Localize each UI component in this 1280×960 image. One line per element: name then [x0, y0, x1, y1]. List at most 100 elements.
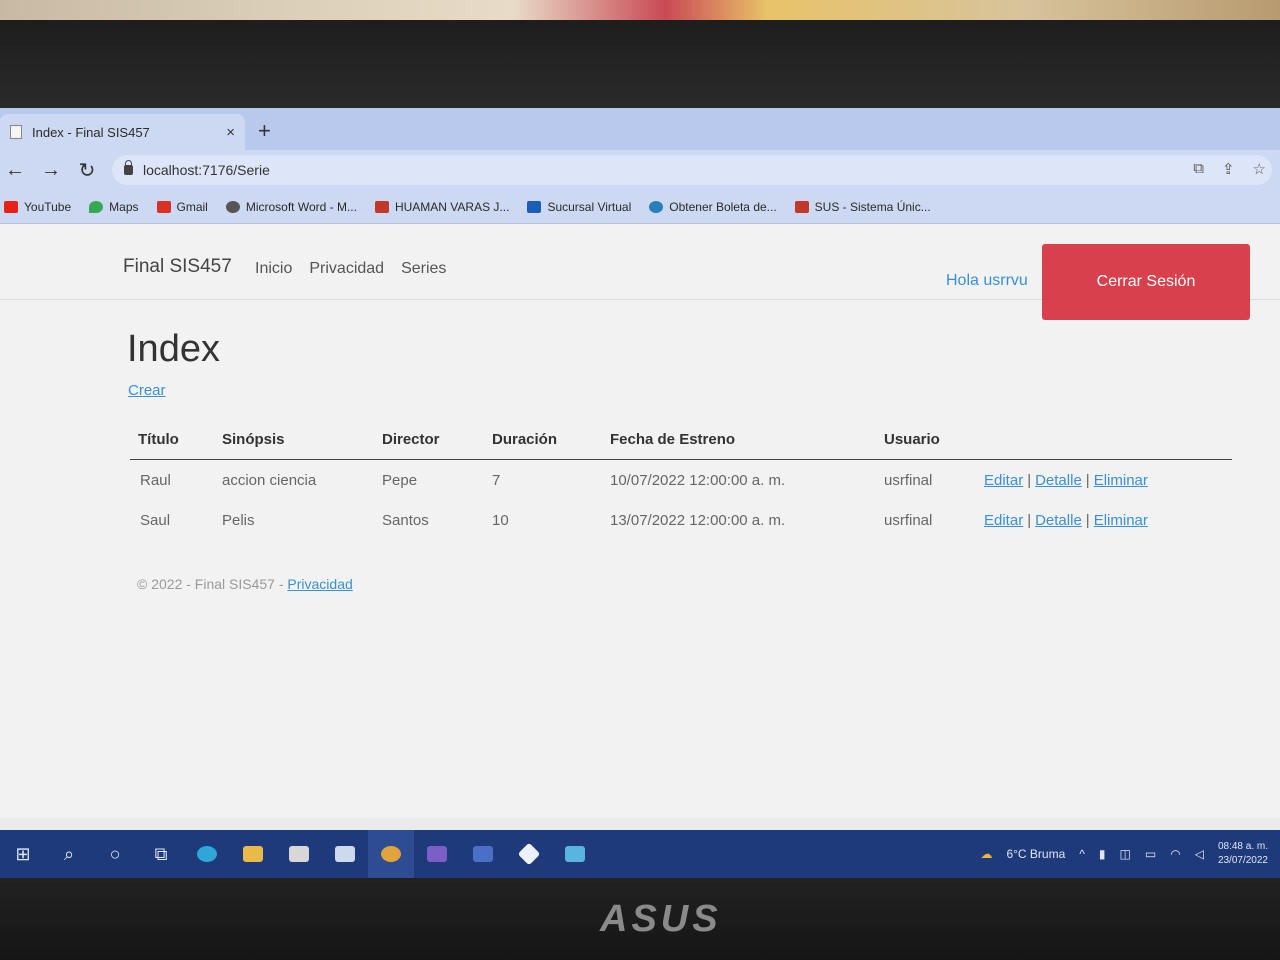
bookmark-gmail[interactable]: Gmail	[156, 200, 208, 214]
bookmark-sus[interactable]: SUS - Sistema Únic...	[794, 200, 931, 214]
bookmark-icon	[374, 200, 389, 213]
bookmark-youtube[interactable]: YouTube	[4, 200, 71, 214]
forward-button[interactable]: →	[40, 159, 62, 182]
bookmark-huaman[interactable]: HUAMAN VARAS J...	[374, 200, 509, 214]
table-row: Saul Pelis Santos 10 13/07/2022 12:00:00…	[130, 500, 1232, 540]
windows-start-icon[interactable]: ⊞	[0, 830, 46, 878]
close-tab-icon[interactable]: ×	[226, 124, 235, 141]
usb-icon[interactable]: ▮	[1099, 847, 1106, 861]
table-header: Título Sinópsis Director Duración Fecha …	[130, 420, 1232, 460]
column-header: Usuario	[884, 431, 940, 448]
footer-text: © 2022 - Final SIS457 -	[137, 576, 284, 592]
translate-icon[interactable]: ⧉	[1193, 160, 1204, 178]
page-favicon-icon	[10, 125, 22, 139]
chevron-up-icon[interactable]: ^	[1079, 847, 1085, 861]
table-row: Raul accion ciencia Pepe 7 10/07/2022 12…	[130, 460, 1232, 500]
site-navbar: Final SIS457 Inicio Privacidad Series Ho…	[0, 224, 1280, 320]
wifi-icon[interactable]: ◠	[1170, 847, 1180, 861]
footer-privacy-link[interactable]: Privacidad	[287, 576, 352, 592]
bookmark-star-icon[interactable]: ☆	[1253, 160, 1266, 178]
clock-time: 08:48 a. m.	[1217, 841, 1268, 852]
reload-button[interactable]: ↻	[76, 158, 98, 183]
cell-usuario: usrfinal	[884, 471, 933, 489]
column-header: Fecha de Estreno	[610, 431, 736, 448]
share-icon[interactable]: ⇪	[1222, 160, 1235, 178]
site-brand[interactable]: Final SIS457	[123, 256, 232, 278]
nav-series[interactable]: Series	[401, 260, 446, 278]
cell-director: Pepe	[382, 471, 418, 489]
row-actions: Editar | Detalle | Eliminar	[984, 512, 1232, 529]
back-button[interactable]: ←	[4, 159, 26, 182]
weather-text[interactable]: 6°C Bruma	[1006, 847, 1065, 861]
laptop-screen: Index - Final SIS457 × + ← → ↻ localhost…	[0, 108, 1280, 878]
cell-duracion: 7	[492, 471, 501, 489]
cell-director: Santos	[382, 511, 429, 529]
address-bar[interactable]: localhost:7176/Serie	[112, 155, 1272, 185]
volume-icon[interactable]: ◁	[1195, 847, 1204, 861]
web-page: Final SIS457 Inicio Privacidad Series Ho…	[0, 224, 1280, 818]
edge-icon[interactable]	[184, 830, 230, 878]
cell-sinopsis: accion ciencia	[222, 471, 317, 489]
detail-link[interactable]: Detalle	[1035, 472, 1082, 489]
browser-toolbar: ← → ↻ localhost:7176/Serie	[0, 150, 1280, 190]
browser-tab[interactable]: Index - Final SIS457 ×	[0, 114, 245, 150]
chrome-icon[interactable]	[368, 830, 414, 878]
create-link[interactable]: Crear	[128, 382, 166, 399]
system-tray: ☁ 6°C Bruma ^ ▮ ◫ ▭ ◠ ◁ 08:48 a. m. 23/0…	[980, 830, 1268, 878]
column-header: Director	[382, 431, 440, 448]
mail-icon[interactable]	[322, 830, 368, 878]
separator: |	[1027, 471, 1032, 489]
battery-icon[interactable]: ▭	[1145, 847, 1156, 861]
toolbar-actions: ⧉ ⇪ ☆	[1193, 160, 1266, 178]
youtube-icon	[4, 200, 18, 213]
logout-button[interactable]: Cerrar Sesión	[1042, 244, 1250, 320]
new-tab-button[interactable]: +	[258, 118, 271, 144]
edit-link[interactable]: Editar	[984, 512, 1023, 529]
edit-link[interactable]: Editar	[984, 472, 1023, 489]
bookmark-maps[interactable]: Maps	[89, 200, 139, 214]
globe-icon	[225, 200, 240, 213]
file-explorer-icon[interactable]	[230, 830, 276, 878]
maps-icon	[89, 200, 104, 213]
detail-link[interactable]: Detalle	[1035, 512, 1082, 529]
cell-titulo: Raul	[140, 471, 171, 489]
nav-inicio[interactable]: Inicio	[255, 260, 292, 278]
network-icon[interactable]: ◫	[1120, 847, 1131, 861]
asus-logo: ASUS	[600, 898, 722, 940]
bookmark-boleta[interactable]: Obtener Boleta de...	[649, 200, 777, 214]
column-header: Título	[138, 431, 179, 448]
bookmark-word[interactable]: Microsoft Word - M...	[225, 200, 357, 214]
delete-link[interactable]: Eliminar	[1094, 472, 1148, 489]
browser-tab-bar: Index - Final SIS457 × +	[0, 108, 1280, 150]
delete-link[interactable]: Eliminar	[1094, 512, 1148, 529]
separator: |	[1085, 471, 1090, 489]
git-icon[interactable]	[506, 830, 552, 878]
lock-icon	[124, 160, 133, 175]
column-header: Sinópsis	[222, 431, 285, 448]
weather-icon[interactable]: ☁	[980, 847, 992, 861]
app-icon[interactable]	[552, 830, 598, 878]
site-nav: Inicio Privacidad Series	[255, 260, 446, 278]
search-icon[interactable]: ⌕	[46, 830, 92, 878]
separator: |	[1027, 511, 1032, 529]
bank-icon	[527, 200, 542, 213]
nav-privacidad[interactable]: Privacidad	[309, 260, 384, 278]
separator: |	[1085, 511, 1090, 529]
cell-sinopsis: Pelis	[222, 511, 255, 529]
cortana-icon[interactable]: ○	[92, 830, 138, 878]
cell-usuario: usrfinal	[884, 511, 933, 529]
visual-studio-icon[interactable]	[414, 830, 460, 878]
row-actions: Editar | Detalle | Eliminar	[984, 472, 1232, 489]
window-icon[interactable]	[460, 830, 506, 878]
clock[interactable]: 08:48 a. m. 23/07/2022	[1218, 840, 1268, 868]
store-icon[interactable]	[276, 830, 322, 878]
task-view-icon[interactable]: ⧉	[138, 830, 184, 878]
cell-fecha: 10/07/2022 12:00:00 a. m.	[610, 471, 786, 489]
tab-title: Index - Final SIS457	[32, 124, 150, 140]
column-header: Duración	[492, 431, 558, 448]
url-text: localhost:7176/Serie	[143, 162, 270, 178]
bookmark-sucursal[interactable]: Sucursal Virtual	[527, 200, 631, 214]
cell-titulo: Saul	[140, 511, 171, 529]
page-title: Index	[127, 328, 220, 370]
user-greeting-link[interactable]: Hola usrrvu	[946, 272, 1028, 290]
